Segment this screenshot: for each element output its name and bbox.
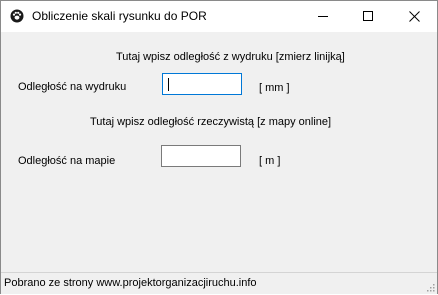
status-bar: Pobrano ze strony www.projektorganizacji… — [1, 272, 437, 294]
print-unit-label: [ mm ] — [259, 82, 290, 94]
title-bar[interactable]: Obliczenie skali rysunku do POR — [1, 1, 437, 32]
print-distance-input[interactable] — [162, 73, 242, 95]
map-unit-label: [ m ] — [259, 155, 281, 167]
paw-icon — [10, 9, 24, 23]
map-distance-instruction: Tutaj wpisz odległość rzeczywistą [z map… — [90, 116, 332, 128]
minimize-button[interactable] — [301, 1, 346, 32]
print-distance-label: Odległość na wydruku — [18, 81, 127, 93]
text-caret — [168, 78, 169, 91]
maximize-button[interactable] — [346, 1, 391, 32]
map-distance-label: Odległość na mapie — [18, 155, 116, 167]
close-icon — [409, 11, 420, 22]
print-distance-instruction: Tutaj wpisz odległość z wydruku [zmierz … — [116, 51, 345, 63]
status-text: Pobrano ze strony www.projektorganizacji… — [4, 277, 257, 289]
app-window: Obliczenie skali rysunku do POR Tutaj wp… — [0, 0, 438, 294]
close-button[interactable] — [392, 1, 437, 32]
minimize-icon — [318, 16, 328, 17]
map-distance-input[interactable] — [161, 145, 241, 167]
window-title: Obliczenie skali rysunku do POR — [32, 9, 207, 23]
maximize-icon — [363, 11, 373, 21]
resize-grip-icon[interactable] — [425, 282, 435, 292]
